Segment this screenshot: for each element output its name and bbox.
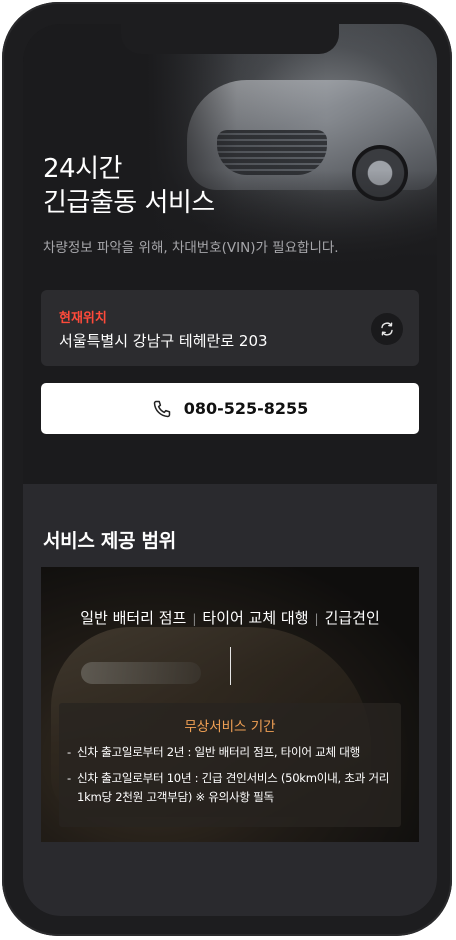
phone-icon bbox=[153, 400, 170, 417]
tab-separator: | bbox=[314, 612, 319, 626]
free-service-box: 무상서비스 기간 신차 출고일로부터 2년 : 일반 배터리 점프, 타이어 교… bbox=[59, 703, 401, 827]
tab-emergency-tow[interactable]: 긴급견인 bbox=[325, 609, 380, 627]
tab-battery-jump[interactable]: 일반 배터리 점프 bbox=[80, 609, 186, 627]
page-title: 24시간 긴급출동 서비스 bbox=[43, 152, 215, 220]
title-line-2: 긴급출동 서비스 bbox=[43, 188, 215, 218]
service-panel: 일반 배터리 점프 | 타이어 교체 대행 | 긴급견인 무상서비스 기간 신차 출고일… bbox=[41, 567, 419, 842]
location-address: 서울특별시 강남구 테헤란로 203 bbox=[59, 332, 268, 350]
tab-indicator-line bbox=[230, 647, 231, 685]
page-subtitle: 차량정보 파악을 위해, 차대번호(VIN)가 필요합니다. bbox=[43, 240, 339, 256]
emergency-call-button[interactable]: 080-525-8255 bbox=[41, 383, 419, 434]
title-line-1: 24시간 bbox=[43, 154, 122, 184]
device-notch bbox=[121, 24, 339, 54]
location-label: 현재위치 bbox=[59, 311, 107, 326]
service-tabs: 일반 배터리 점프 | 타이어 교체 대행 | 긴급견인 bbox=[41, 607, 419, 628]
free-service-list: 신차 출고일로부터 2년 : 일반 배터리 점프, 타이어 교체 대행 신차 출… bbox=[65, 743, 397, 814]
hero-car-image bbox=[147, 24, 437, 270]
phone-frame: 24시간 긴급출동 서비스 차량정보 파악을 위해, 차대번호(VIN)가 필요… bbox=[2, 2, 452, 936]
app-screen: 24시간 긴급출동 서비스 차량정보 파악을 위해, 차대번호(VIN)가 필요… bbox=[23, 24, 437, 916]
service-scope-section: 서비스 제공 범위 일반 배터리 점프 | 타이어 교체 대행 | 긴급견인 무상서비스… bbox=[23, 484, 437, 916]
services-title: 서비스 제공 범위 bbox=[43, 530, 176, 552]
refresh-icon bbox=[381, 322, 393, 336]
call-number: 080-525-8255 bbox=[183, 399, 309, 418]
free-service-title: 무상서비스 기간 bbox=[184, 719, 276, 735]
tab-separator: | bbox=[192, 612, 197, 626]
tab-tire-change[interactable]: 타이어 교체 대행 bbox=[202, 609, 308, 627]
free-service-item: 신차 출고일로부터 2년 : 일반 배터리 점프, 타이어 교체 대행 bbox=[65, 743, 397, 762]
hero-section: 24시간 긴급출동 서비스 차량정보 파악을 위해, 차대번호(VIN)가 필요… bbox=[23, 24, 437, 484]
current-location-card: 현재위치 서울특별시 강남구 테헤란로 203 bbox=[41, 290, 419, 366]
refresh-location-button[interactable] bbox=[371, 313, 403, 345]
free-service-item: 신차 출고일로부터 10년 : 긴급 견인서비스 (50km이내, 초과 거리 … bbox=[65, 769, 397, 807]
